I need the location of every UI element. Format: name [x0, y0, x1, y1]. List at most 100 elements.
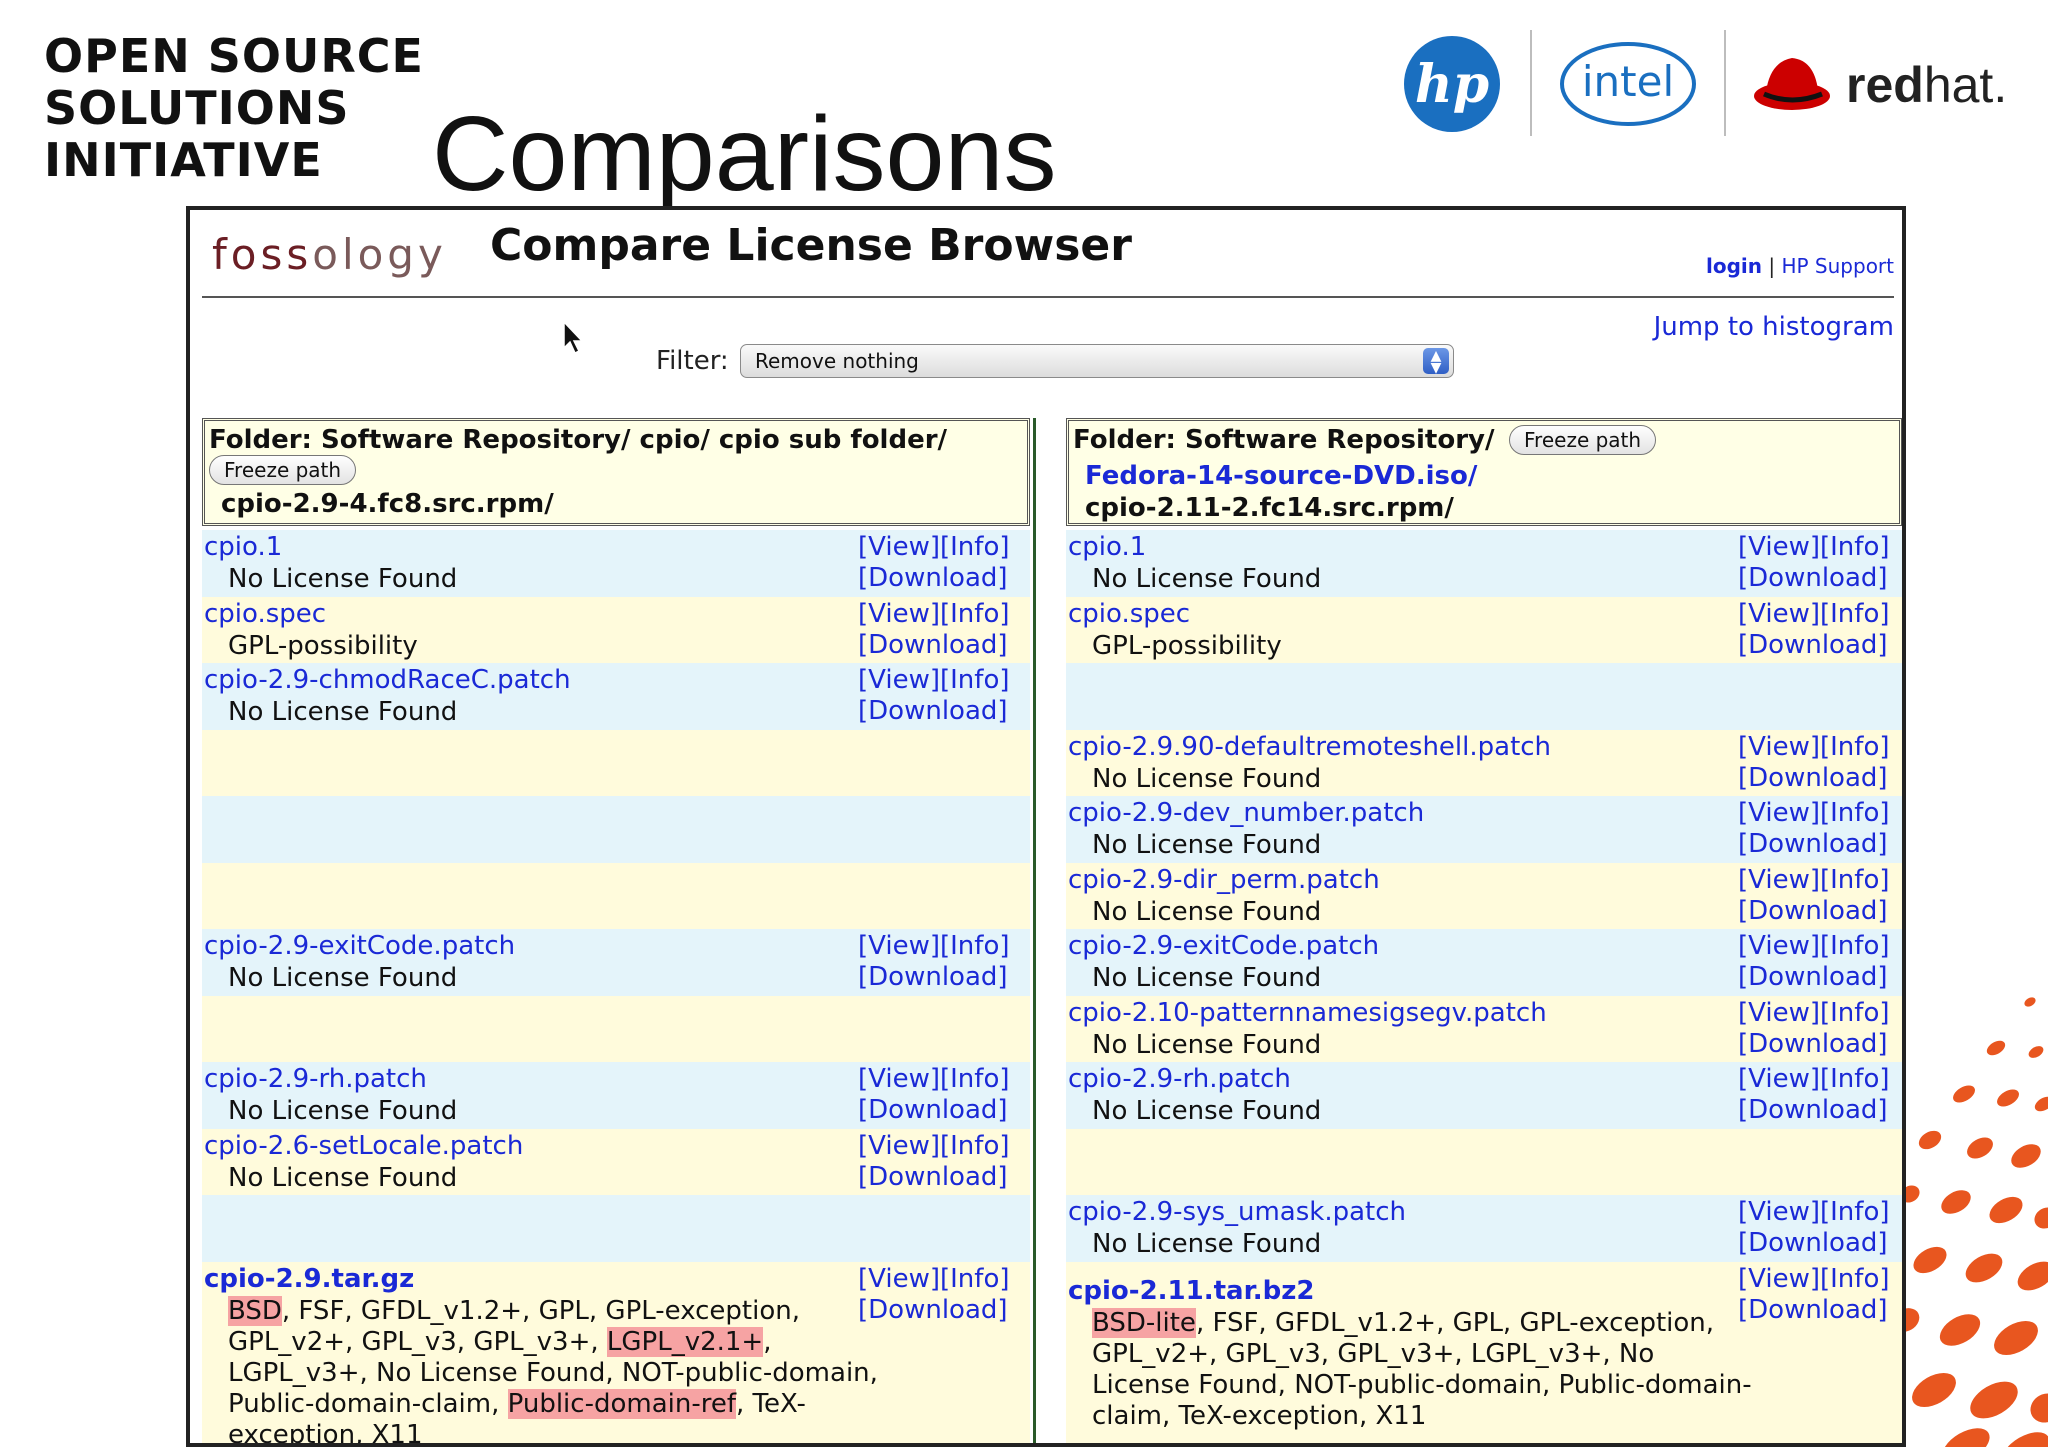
info-link[interactable]: [Info] [940, 1131, 1010, 1161]
download-link[interactable]: [Download] [858, 1162, 1008, 1192]
info-link[interactable]: [Info] [940, 532, 1010, 562]
license-text: No License Found [1092, 763, 1322, 794]
folder-prefix: Folder: [1073, 425, 1176, 455]
view-link[interactable]: [View] [1738, 865, 1820, 895]
download-link[interactable]: [Download] [1738, 1295, 1888, 1325]
file-row [202, 1195, 1030, 1262]
view-link[interactable]: [View] [1738, 798, 1820, 828]
file-row: cpio-2.9-sys_umask.patch No License Found… [1066, 1195, 1902, 1262]
file-name-link[interactable]: cpio.1 [204, 532, 282, 562]
right-freeze-path-button[interactable]: Freeze path [1509, 425, 1657, 455]
license-text: No License Found [228, 564, 458, 594]
info-link[interactable]: [Info] [940, 665, 1010, 695]
file-name-link[interactable]: cpio.spec [204, 599, 326, 629]
view-link[interactable]: [View] [858, 1131, 940, 1161]
left-freeze-path-button[interactable]: Freeze path [209, 455, 357, 485]
view-link[interactable]: [View] [858, 1064, 940, 1094]
license-text: No License Found [228, 1162, 458, 1193]
view-link[interactable]: [View] [1738, 998, 1820, 1028]
file-name-link[interactable]: cpio-2.9-sys_umask.patch [1068, 1197, 1406, 1227]
download-link[interactable]: [Download] [858, 563, 1008, 593]
info-link[interactable]: [Info] [1820, 532, 1890, 562]
folder-prefix: Folder: [209, 425, 312, 455]
download-link[interactable]: [Download] [858, 1095, 1008, 1125]
download-link[interactable]: [Download] [1738, 563, 1888, 593]
view-link[interactable]: [View] [1738, 732, 1820, 762]
archive-name-link[interactable]: cpio-2.9.tar.gz [204, 1264, 414, 1294]
jump-to-histogram-link[interactable]: Jump to histogram [1654, 312, 1894, 342]
filter-select[interactable]: Remove nothing ▲ ▼ [740, 344, 1454, 378]
license-text: No License Found [1092, 963, 1322, 993]
file-name-link[interactable]: cpio-2.9-dir_perm.patch [1068, 865, 1380, 895]
file-name-link[interactable]: cpio-2.6-setLocale.patch [204, 1131, 523, 1161]
file-row: cpio-2.9-exitCode.patch No License Found [… [1066, 929, 1902, 996]
download-link[interactable]: [Download] [1738, 763, 1888, 793]
redhat-wordmark-bold: red [1846, 57, 1924, 113]
info-link[interactable]: [Info] [1820, 1264, 1890, 1294]
info-link[interactable]: [Info] [940, 599, 1010, 629]
file-actions: [View][Info] [Download] [1738, 532, 1890, 594]
slide: OPEN SOURCE SOLUTIONS INITIATIVE Compari… [0, 0, 2048, 1447]
info-link[interactable]: [Info] [940, 1264, 1010, 1294]
file-name-link[interactable]: cpio-2.9-chmodRaceC.patch [204, 665, 571, 695]
file-name-link[interactable]: cpio.spec [1068, 599, 1190, 629]
archive-row: cpio-2.11.tar.bz2 BSD-lite, FSF, GFDL_v1.… [1066, 1261, 1902, 1443]
info-link[interactable]: [Info] [1820, 732, 1890, 762]
file-row: cpio.1 No License Found [View][Info] [Downl… [1066, 530, 1902, 597]
download-link[interactable]: [Download] [1738, 1228, 1888, 1258]
file-name-link[interactable]: cpio-2.9.90-defaultremoteshell.patch [1068, 732, 1551, 762]
view-link[interactable]: [View] [1738, 599, 1820, 629]
download-link[interactable]: [Download] [1738, 1029, 1888, 1059]
file-name-link[interactable]: cpio-2.9-exitCode.patch [204, 931, 515, 961]
view-link[interactable]: [View] [1738, 532, 1820, 562]
file-name-link[interactable]: cpio-2.9-rh.patch [204, 1064, 427, 1094]
download-link[interactable]: [Download] [1738, 1095, 1888, 1125]
download-link[interactable]: [Download] [858, 696, 1008, 726]
view-link[interactable]: [View] [858, 931, 940, 961]
view-link[interactable]: [View] [858, 665, 940, 695]
file-name-link[interactable]: cpio-2.10-patternnamesigsegv.patch [1068, 998, 1547, 1028]
right-iso-link[interactable]: Fedora-14-source-DVD.iso/ [1085, 461, 1477, 491]
file-name-link[interactable]: cpio-2.9-rh.patch [1068, 1064, 1291, 1094]
view-link[interactable]: [View] [1738, 1197, 1820, 1227]
download-link[interactable]: [Download] [858, 630, 1008, 660]
file-name-link[interactable]: cpio-2.9-dev_number.patch [1068, 798, 1424, 828]
info-link[interactable]: [Info] [1820, 865, 1890, 895]
info-link[interactable]: [Info] [1820, 931, 1890, 961]
download-link[interactable]: [Download] [1738, 896, 1888, 926]
file-actions: [View][Info] [Download] [858, 532, 1010, 594]
download-link[interactable]: [Download] [1738, 630, 1888, 660]
file-row [1066, 1128, 1902, 1195]
decorative-dots [1900, 997, 2048, 1447]
file-name-link[interactable]: cpio-2.9-exitCode.patch [1068, 931, 1379, 961]
info-link[interactable]: [Info] [940, 1064, 1010, 1094]
download-link[interactable]: [Download] [1738, 829, 1888, 859]
download-link[interactable]: [Download] [1738, 962, 1888, 992]
osi-logo: OPEN SOURCE SOLUTIONS INITIATIVE [44, 30, 424, 186]
file-row [1066, 663, 1902, 730]
info-link[interactable]: [Info] [1820, 798, 1890, 828]
info-link[interactable]: [Info] [1820, 998, 1890, 1028]
view-link[interactable]: [View] [1738, 1064, 1820, 1094]
view-link[interactable]: [View] [1738, 931, 1820, 961]
license-text: GPL-possibility [228, 630, 418, 661]
hp-support-link[interactable]: HP Support [1781, 254, 1894, 278]
left-file-list: cpio.1 No License Found [View][Info] [Downl… [202, 530, 1030, 1443]
archive-name-link[interactable]: cpio-2.11.tar.bz2 [1068, 1276, 1314, 1306]
info-link[interactable]: [Info] [940, 931, 1010, 961]
info-link[interactable]: [Info] [1820, 1064, 1890, 1094]
view-link[interactable]: [View] [858, 599, 940, 629]
info-link[interactable]: [Info] [1820, 1197, 1890, 1227]
file-row: cpio-2.9.90-defaultremoteshell.patch No L… [1066, 729, 1902, 796]
view-link[interactable]: [View] [858, 532, 940, 562]
file-name-link[interactable]: cpio.1 [1068, 532, 1146, 562]
download-link[interactable]: [Download] [858, 962, 1008, 992]
view-link[interactable]: [View] [858, 1264, 940, 1294]
sponsor-divider [1724, 30, 1726, 136]
redhat-logo-icon [1754, 58, 1830, 110]
download-link[interactable]: [Download] [858, 1295, 1008, 1325]
license-highlight: BSD-lite [1092, 1307, 1196, 1338]
info-link[interactable]: [Info] [1820, 599, 1890, 629]
login-link[interactable]: login [1706, 254, 1762, 278]
view-link[interactable]: [View] [1738, 1264, 1820, 1294]
